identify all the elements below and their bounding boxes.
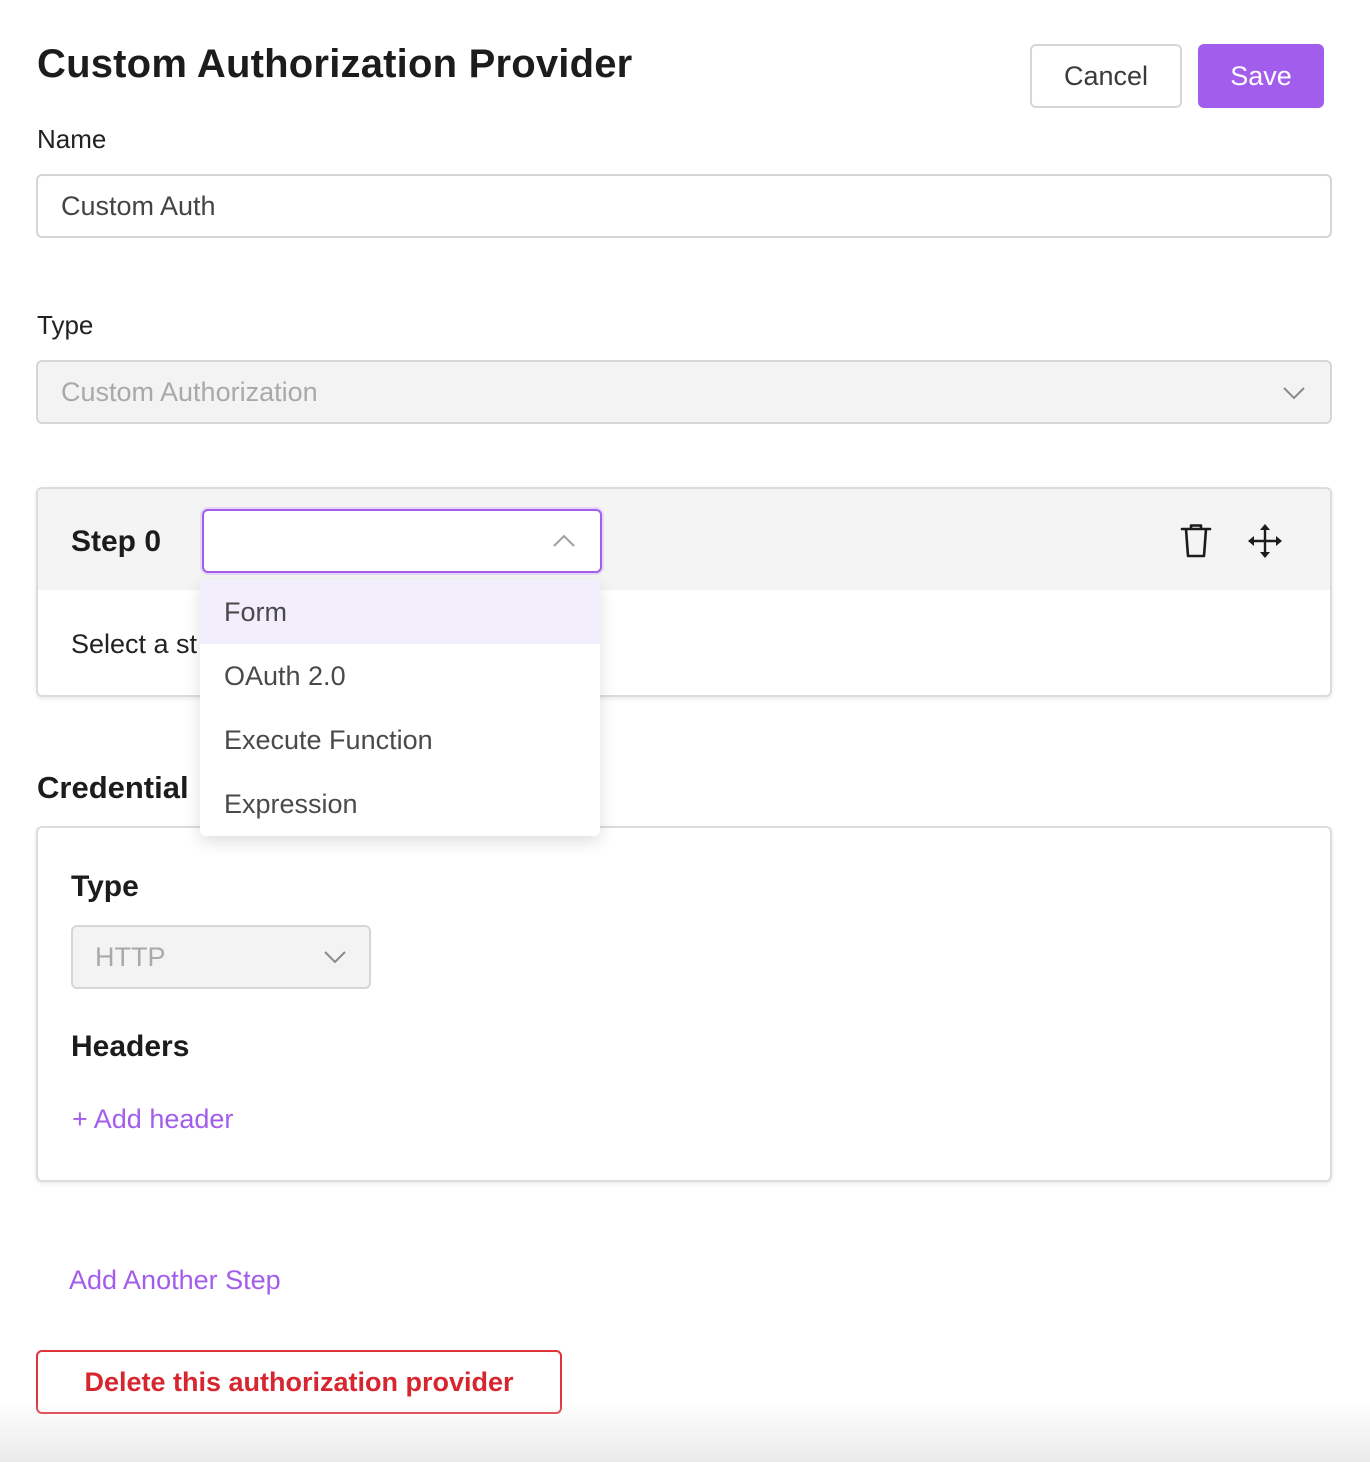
cancel-button[interactable]: Cancel	[1030, 44, 1182, 108]
delete-step-button[interactable]	[1176, 521, 1216, 561]
dropdown-option-form[interactable]: Form	[200, 580, 600, 644]
type-select-value: Custom Authorization	[61, 376, 318, 407]
save-button[interactable]: Save	[1198, 44, 1324, 108]
step-type-select[interactable]	[202, 509, 602, 573]
trash-icon	[1180, 524, 1212, 558]
name-label: Name	[37, 124, 107, 154]
add-header-link[interactable]: + Add header	[72, 1104, 233, 1135]
credential-type-label: Type	[71, 870, 139, 903]
chevron-up-icon	[553, 534, 575, 547]
move-icon	[1248, 524, 1282, 558]
type-select: Custom Authorization	[36, 360, 1332, 424]
page-title: Custom Authorization Provider	[37, 42, 633, 86]
move-step-handle[interactable]	[1245, 521, 1285, 561]
step-placeholder-text: Select a st	[71, 629, 198, 659]
dropdown-option-execute-function[interactable]: Execute Function	[200, 708, 600, 772]
dropdown-option-expression[interactable]: Expression	[200, 772, 600, 836]
delete-provider-button[interactable]: Delete this authorization provider	[36, 1350, 562, 1414]
credentials-title: Credential	[37, 770, 189, 805]
chevron-down-icon	[324, 951, 346, 964]
add-another-step-link[interactable]: Add Another Step	[69, 1265, 281, 1296]
credential-type-value: HTTP	[95, 941, 166, 972]
name-input[interactable]	[36, 174, 1332, 238]
credential-type-select: HTTP	[71, 925, 371, 989]
chevron-down-icon	[1283, 387, 1305, 400]
step-title: Step 0	[71, 525, 162, 558]
headers-label: Headers	[71, 1030, 190, 1063]
dropdown-option-oauth[interactable]: OAuth 2.0	[200, 644, 600, 708]
step-header: Step 0	[38, 489, 1330, 590]
credentials-card: Type HTTP Headers + Add header	[36, 826, 1332, 1182]
type-label: Type	[37, 310, 94, 340]
step-type-dropdown: Form OAuth 2.0 Execute Function Expressi…	[200, 580, 600, 836]
